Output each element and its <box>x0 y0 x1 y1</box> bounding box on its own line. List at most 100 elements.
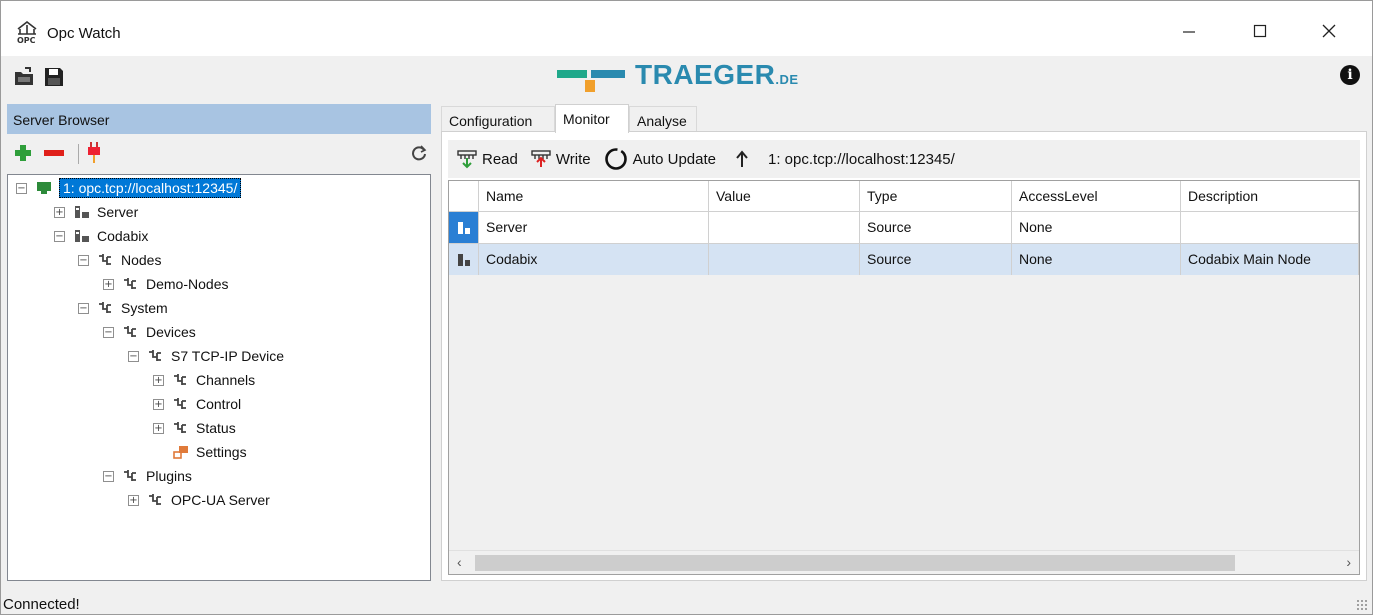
horizontal-scrollbar[interactable]: ‹ › <box>449 550 1359 574</box>
cell-value[interactable] <box>709 244 860 275</box>
server-browser-toolbar <box>7 138 431 172</box>
tree-node-label: System <box>121 300 168 316</box>
title-bar: OPC Opc Watch <box>1 1 1372 56</box>
scrollbar-thumb[interactable] <box>475 555 1235 571</box>
tree-node-label: Nodes <box>121 252 162 268</box>
tree-node-server[interactable]: + Server <box>54 201 138 223</box>
navigate-up-button[interactable] <box>732 149 756 169</box>
tree-node-label: Codabix <box>97 228 149 244</box>
traeger-logo: TRAEGER.DE <box>557 59 799 96</box>
tree-node-label: Server <box>97 204 139 220</box>
open-folder-icon[interactable] <box>13 66 35 88</box>
minimize-icon <box>1183 31 1195 33</box>
read-button[interactable]: Read <box>456 149 518 169</box>
write-icon <box>531 150 551 167</box>
cell-type: Source <box>860 244 1012 275</box>
collapse-toggle-icon[interactable]: − <box>103 470 114 482</box>
collapse-toggle-icon[interactable]: − <box>78 254 89 266</box>
collapse-toggle-icon[interactable]: − <box>78 302 89 314</box>
monitor-grid[interactable]: Name Value Type AccessLevel Description … <box>448 180 1360 575</box>
remove-server-icon[interactable] <box>43 143 65 163</box>
scroll-right-icon[interactable]: › <box>1346 554 1351 570</box>
row-header-current[interactable] <box>449 212 479 243</box>
write-button[interactable]: Write <box>530 149 591 169</box>
status-text: Connected! <box>3 596 80 613</box>
server-connection-icon <box>37 182 51 194</box>
tree-node-codabix[interactable]: − Codabix <box>54 225 148 247</box>
folder-node-icon <box>99 302 111 313</box>
tree-node-label: Status <box>196 420 236 436</box>
row-header[interactable] <box>449 244 479 275</box>
folder-node-icon <box>124 278 136 289</box>
collapse-toggle-icon[interactable]: − <box>54 230 65 242</box>
object-node-icon <box>457 221 470 234</box>
tree-node-channels[interactable]: + Channels <box>153 369 255 391</box>
minimize-button[interactable] <box>1166 11 1212 51</box>
column-header-name[interactable]: Name <box>479 181 709 211</box>
maximize-icon <box>1253 24 1267 38</box>
tree-node-status[interactable]: + Status <box>153 417 236 439</box>
tab-configuration[interactable]: Configuration <box>441 106 555 132</box>
info-icon[interactable]: i <box>1340 65 1360 85</box>
collapse-toggle-icon[interactable]: − <box>128 350 139 362</box>
tree-node-demo-nodes[interactable]: + Demo-Nodes <box>103 273 228 295</box>
cell-name: Server <box>479 212 709 243</box>
column-header-type[interactable]: Type <box>860 181 1012 211</box>
folder-node-icon <box>149 350 161 361</box>
tree-node-endpoint[interactable]: − 1: opc.tcp://localhost:12345/ <box>16 177 242 199</box>
cell-value[interactable] <box>709 212 860 243</box>
tab-monitor[interactable]: Monitor <box>555 104 629 133</box>
tree-node-opc-ua-server[interactable]: + OPC-UA Server <box>128 489 270 511</box>
table-row[interactable]: Server Source None <box>449 211 1359 243</box>
logo-text: TRAEGER.DE <box>635 59 799 90</box>
expand-toggle-icon[interactable]: + <box>128 494 139 506</box>
column-header-access-level[interactable]: AccessLevel <box>1012 181 1181 211</box>
tree-node-devices[interactable]: − Devices <box>103 321 196 343</box>
tree-node-control[interactable]: + Control <box>153 393 241 415</box>
cell-type: Source <box>860 212 1012 243</box>
close-button[interactable] <box>1306 11 1352 51</box>
tree-node-nodes[interactable]: − Nodes <box>78 249 161 271</box>
auto-update-label: Auto Update <box>632 150 716 168</box>
auto-update-button[interactable]: Auto Update <box>603 147 716 171</box>
cell-description <box>1181 212 1359 243</box>
refresh-icon[interactable] <box>411 145 427 161</box>
auto-update-icon <box>604 148 627 170</box>
window-title: Opc Watch <box>47 25 121 42</box>
add-server-icon[interactable] <box>13 143 33 163</box>
tree-node-label: Settings <box>196 444 247 460</box>
tree-node-label: Channels <box>196 372 256 388</box>
traeger-logo-mark <box>557 70 625 92</box>
folder-node-icon <box>149 494 161 505</box>
collapse-toggle-icon[interactable]: − <box>103 326 114 338</box>
expand-toggle-icon[interactable]: + <box>103 278 114 290</box>
save-icon[interactable] <box>43 66 65 88</box>
tab-analyse[interactable]: Analyse <box>629 106 697 132</box>
column-header-value[interactable]: Value <box>709 181 860 211</box>
collapse-toggle-icon[interactable]: − <box>16 182 27 194</box>
server-browser-panel: Server Browser − 1: opc.tcp://localhost:… <box>7 104 431 581</box>
svg-text:OPC: OPC <box>17 36 36 44</box>
scroll-left-icon[interactable]: ‹ <box>457 554 462 570</box>
connect-plug-icon[interactable] <box>87 142 101 164</box>
tree-node-s7-device[interactable]: − S7 TCP-IP Device <box>128 345 284 367</box>
table-row[interactable]: Codabix Source None Codabix Main Node <box>449 243 1359 275</box>
tree-node-system[interactable]: − System <box>78 297 168 319</box>
maximize-button[interactable] <box>1237 11 1283 51</box>
expand-toggle-icon[interactable]: + <box>153 398 164 410</box>
column-header-description[interactable]: Description <box>1181 181 1359 211</box>
grid-header: Name Value Type AccessLevel Description <box>449 181 1359 211</box>
server-tree[interactable]: − 1: opc.tcp://localhost:12345/ + Server… <box>7 174 431 581</box>
tree-node-plugins[interactable]: − Plugins <box>103 465 192 487</box>
tree-node-label: 1: opc.tcp://localhost:12345/ <box>59 178 242 198</box>
expand-toggle-icon[interactable]: + <box>54 206 65 218</box>
object-node-icon <box>75 206 89 218</box>
expand-toggle-icon[interactable]: + <box>153 374 164 386</box>
resize-grip-icon[interactable] <box>1356 599 1368 611</box>
expand-toggle-icon[interactable]: + <box>153 422 164 434</box>
cell-access-level: None <box>1012 244 1181 275</box>
tree-node-settings[interactable]: Settings <box>153 441 247 463</box>
tree-node-label: Plugins <box>146 468 192 484</box>
tree-node-label: OPC-UA Server <box>171 492 270 508</box>
main-toolbar: TRAEGER.DE <box>1 56 1372 101</box>
